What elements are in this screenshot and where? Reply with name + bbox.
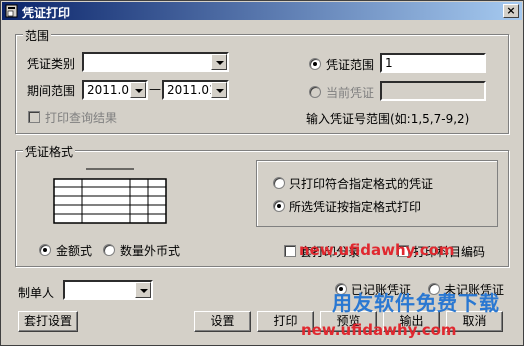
current-voucher-input: [380, 81, 486, 101]
voucher-range-label: 凭证范围: [326, 58, 375, 72]
print-split-checkbox[interactable]: [284, 245, 296, 257]
current-voucher-radio[interactable]: [309, 86, 321, 98]
template-setup-button[interactable]: 套打设置: [18, 311, 78, 332]
period-to-value: 2011.01: [167, 83, 217, 97]
app-icon: [5, 4, 18, 18]
amount-style-radio[interactable]: [39, 244, 51, 256]
period-from-select[interactable]: 2011.01: [82, 80, 148, 100]
selected-format-radio[interactable]: [273, 200, 285, 212]
chevron-down-icon[interactable]: [211, 54, 227, 70]
voucher-type-label: 凭证类别: [27, 57, 76, 71]
watermark-cn: 用友软件免费下载: [332, 291, 500, 315]
print-query-checkbox[interactable]: [28, 111, 40, 123]
close-button[interactable]: ×: [503, 4, 519, 18]
print-query-label: 打印查询结果: [45, 111, 118, 125]
selected-format-label: 所选凭证按指定格式打印: [289, 200, 422, 214]
foreign-style-label: 数量外币式: [120, 244, 181, 258]
chevron-down-icon[interactable]: [130, 82, 146, 98]
preparer-label: 制单人: [18, 286, 55, 300]
amount-style-label: 金额式: [56, 244, 93, 258]
format-option-panel: [256, 160, 498, 227]
range-group-legend: 范围: [23, 27, 52, 44]
current-voucher-label: 当前凭证: [326, 86, 375, 100]
watermark-url-bottom: new.ufidawhy.com: [301, 321, 457, 339]
voucher-range-radio[interactable]: [309, 58, 321, 70]
window-title: 凭证打印: [22, 6, 71, 20]
foreign-style-radio[interactable]: [103, 244, 115, 256]
voucher-range-hint: 输入凭证号范围(如:1,5,7-9,2): [306, 112, 470, 126]
chevron-down-icon[interactable]: [211, 82, 227, 98]
only-matching-radio[interactable]: [273, 177, 285, 189]
only-matching-label: 只打印符合指定格式的凭证: [289, 177, 434, 191]
setup-button[interactable]: 设置: [194, 311, 251, 332]
voucher-type-select[interactable]: [82, 52, 229, 72]
period-separator: —: [149, 82, 161, 96]
title-bar[interactable]: 凭证打印 ×: [2, 2, 522, 20]
voucher-range-input[interactable]: 1: [380, 53, 486, 73]
chevron-down-icon[interactable]: [135, 282, 151, 298]
voucher-print-dialog: 凭证打印 × 范围 凭证类别 期间范围 2011.01 — 2011.01 打印…: [0, 0, 524, 346]
period-to-select[interactable]: 2011.01: [162, 80, 229, 100]
period-label: 期间范围: [27, 84, 76, 98]
preparer-select[interactable]: [63, 280, 153, 300]
format-group-legend: 凭证格式: [23, 143, 76, 160]
voucher-format-preview: [53, 168, 167, 224]
watermark-url-top: new.ufidawhy.com: [299, 241, 455, 259]
close-icon: ×: [506, 4, 516, 17]
